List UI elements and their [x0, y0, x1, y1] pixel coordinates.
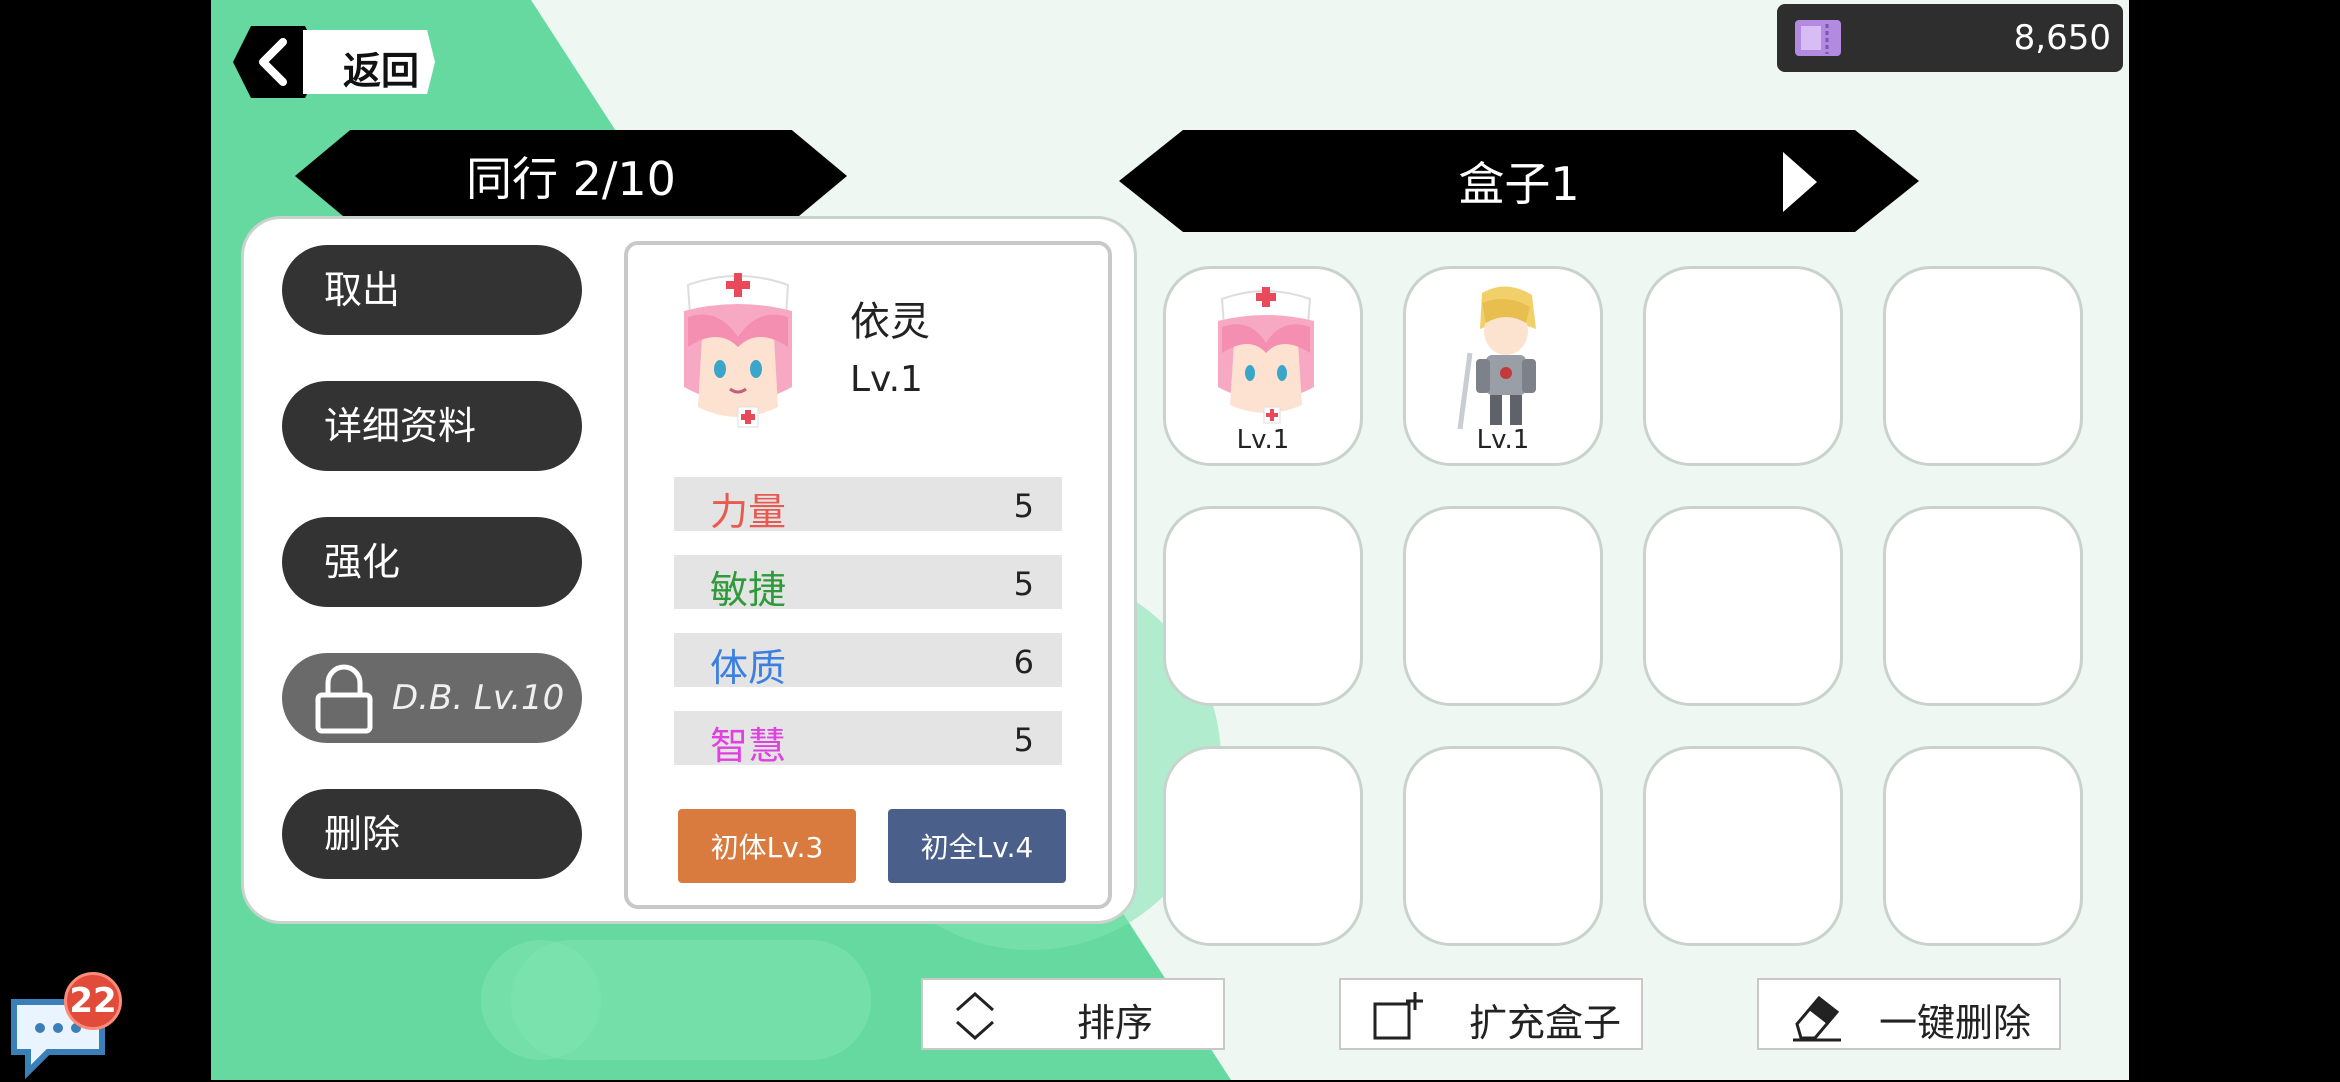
character-info: 依灵 Lv.1 力量 5 敏捷 5 体质 6 智慧 5 初体Lv.3 初全Lv.… — [624, 241, 1112, 909]
box-slot-empty[interactable] — [1403, 506, 1603, 706]
party-banner: 同行 2/10 — [295, 130, 847, 222]
character-name: 依灵 — [850, 299, 930, 345]
details-button[interactable]: 详细资料 — [282, 381, 582, 471]
delete-all-button[interactable]: 一键删除 — [1757, 978, 2061, 1050]
stat-row: 敏捷 5 — [674, 555, 1062, 612]
sort-button[interactable]: 排序 — [921, 978, 1225, 1050]
stat-name: 智慧 — [710, 724, 787, 768]
ticket-icon — [1795, 20, 1841, 56]
enhance-button[interactable]: 强化 — [282, 517, 582, 607]
box-slot-empty[interactable] — [1163, 506, 1363, 706]
box-slot-empty[interactable] — [1883, 746, 2083, 946]
box-slot-empty[interactable] — [1883, 266, 2083, 466]
unread-badge: 22 — [64, 972, 122, 1030]
delete-label: 删除 — [324, 812, 401, 856]
expand-box-label: 扩充盒子 — [1468, 1001, 1621, 1045]
box-title: 盒子1 — [1458, 157, 1580, 211]
locked-button[interactable]: D.B. Lv.10 — [282, 653, 582, 743]
enhance-label: 强化 — [324, 540, 401, 584]
sort-label: 排序 — [1076, 1001, 1153, 1045]
eraser-icon — [1793, 995, 1841, 1042]
box-slot[interactable]: Lv.1 — [1163, 266, 1363, 466]
stat-name: 体质 — [710, 646, 787, 690]
delete-button[interactable]: 删除 — [282, 789, 582, 879]
character-level: Lv.1 — [850, 359, 923, 400]
currency-value: 8,650 — [2013, 18, 2111, 58]
nurse-character-portrait — [684, 273, 792, 428]
stat-value: 5 — [1013, 487, 1034, 525]
box-slot-empty[interactable] — [1643, 266, 1843, 466]
tag-label: 初体Lv.3 — [710, 831, 824, 864]
box-slot-empty[interactable] — [1163, 746, 1363, 946]
party-title: 同行 2/10 — [466, 152, 676, 206]
stat-value: 5 — [1013, 565, 1034, 603]
stat-row: 力量 5 — [674, 477, 1062, 534]
add-box-icon — [1373, 992, 1423, 1040]
slot-level: Lv.1 — [1476, 425, 1530, 455]
box-slot-empty[interactable] — [1643, 506, 1843, 706]
sort-icon — [956, 991, 994, 1041]
take-out-button[interactable]: 取出 — [282, 245, 582, 335]
back-button[interactable]: 返回 — [233, 26, 445, 98]
stat-name: 敏捷 — [710, 568, 787, 612]
nurse-character-icon — [1218, 287, 1314, 424]
locked-label: D.B. Lv.10 — [392, 678, 565, 718]
stat-name: 力量 — [710, 490, 787, 534]
tag-button-all[interactable]: 初全Lv.4 — [888, 809, 1066, 883]
character-panel: 取出 详细资料 强化 D.B. Lv.10 删除 依灵 Lv.1 力量 5 敏捷… — [241, 216, 1137, 924]
tag-label: 初全Lv.4 — [920, 831, 1034, 864]
box-slot-empty[interactable] — [1883, 506, 2083, 706]
box-slot-empty[interactable] — [1403, 746, 1603, 946]
chat-button[interactable]: 22 — [8, 972, 138, 1080]
unread-count: 22 — [69, 981, 117, 1021]
back-label: 返回 — [343, 49, 420, 93]
take-out-label: 取出 — [324, 268, 401, 312]
currency-display: 8,650 — [1777, 4, 2123, 72]
knight-character-icon — [1457, 286, 1536, 430]
delete-all-label: 一键删除 — [1878, 1001, 2031, 1045]
next-box-arrow-icon[interactable] — [1783, 152, 1817, 212]
slot-level: Lv.1 — [1236, 425, 1290, 455]
stat-row: 体质 6 — [674, 633, 1062, 690]
stat-value: 5 — [1013, 721, 1034, 759]
expand-box-button[interactable]: 扩充盒子 — [1339, 978, 1643, 1050]
tag-button-body[interactable]: 初体Lv.3 — [678, 809, 856, 883]
box-banner: 盒子1 — [1119, 130, 1919, 232]
details-label: 详细资料 — [324, 404, 477, 448]
box-slot[interactable]: Lv.1 — [1403, 266, 1603, 466]
stat-value: 6 — [1013, 643, 1034, 681]
box-slot-empty[interactable] — [1643, 746, 1843, 946]
game-screen: 返回 8,650 同行 2/10 盒子1 取出 详细资料 强化 D.B. Lv.… — [211, 0, 2129, 1080]
lock-icon — [315, 664, 373, 734]
stat-row: 智慧 5 — [674, 711, 1062, 768]
